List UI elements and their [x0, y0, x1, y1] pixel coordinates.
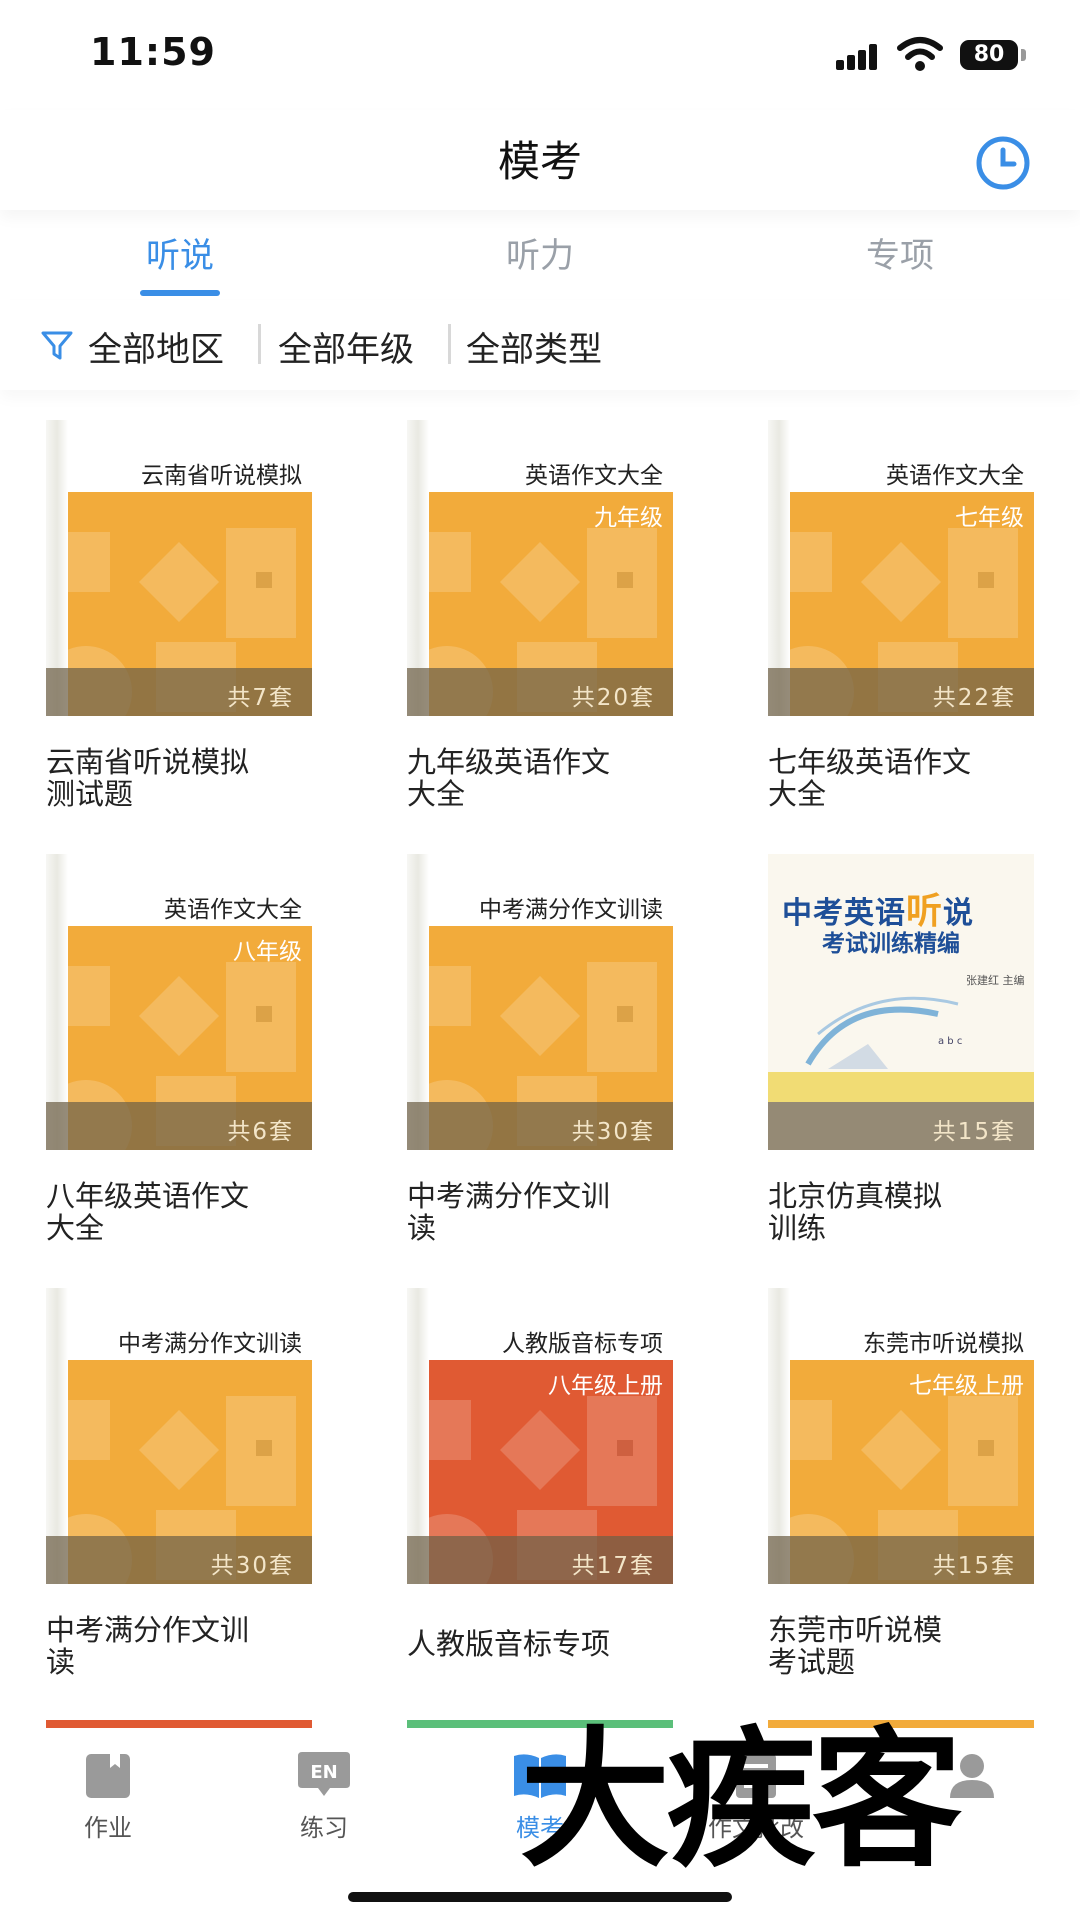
book-card[interactable]: 东莞市听说模拟七年级上册共15套东莞市听说模 考试题	[762, 1288, 1034, 1688]
set-count: 共15套	[932, 1119, 1016, 1145]
tab-special[interactable]: 专项	[800, 228, 1000, 277]
homework-icon	[86, 1754, 130, 1798]
nav-homework[interactable]: 作业	[28, 1742, 188, 1852]
book-title: 云南省听说模拟 测试题	[46, 745, 250, 811]
book-card[interactable]: 中考满分作文训读共30套中考满分作文训 读	[40, 1288, 312, 1688]
status-time: 11:59	[90, 30, 216, 74]
book-card[interactable]: 英语作文大全八年级共6套八年级英语作文 大全	[40, 854, 312, 1254]
cover-count-bar: 共15套	[768, 1536, 1034, 1584]
filter-funnel-icon[interactable]	[40, 328, 74, 362]
cover-count-bar: 共30套	[46, 1536, 312, 1584]
book-cover: 中考满分作文训读共30套	[407, 854, 673, 1150]
battery-icon: 80	[960, 40, 1018, 70]
tab-listening-speaking[interactable]: 听说	[80, 228, 280, 277]
set-count: 共30套	[571, 1119, 655, 1145]
book-card[interactable]: 云南省听说模拟共7套云南省听说模拟 测试题	[40, 420, 312, 820]
set-count: 共20套	[571, 685, 655, 711]
practice-en-icon: EN	[298, 1752, 350, 1796]
cover-title: 云南省听说模拟	[141, 463, 302, 489]
cover-count-bar: 共22套	[768, 668, 1034, 716]
set-count: 共6套	[227, 1119, 294, 1145]
cover-count-bar: 共17套	[407, 1536, 673, 1584]
cover-title: 中考满分作文训读	[479, 897, 663, 923]
book-card[interactable]: 人教版音标专项 八年级上册 共17套 人教版音标专项	[401, 1288, 673, 1688]
book-cover: 英语作文大全九年级共20套	[407, 420, 673, 716]
header: 模考	[0, 110, 1080, 210]
cover-subtitle: 九年级	[594, 505, 663, 531]
book-title: 北京仿真模拟 训练	[768, 1179, 943, 1245]
book-title: 八年级英语作文 大全	[46, 1179, 250, 1245]
book-cover: 英语作文大全八年级共6套	[46, 854, 312, 1150]
filter-type[interactable]: 全部类型	[466, 322, 602, 371]
book-card[interactable]: 中考英语听说 考试训练精编 张建红 主编 a b c 共15套 北京仿真模拟 训练	[762, 854, 1034, 1254]
book-card[interactable]: 英语作文大全九年级共20套九年级英语作文 大全	[401, 420, 673, 820]
cover-count-bar: 共15套	[768, 1102, 1034, 1150]
status-bar: 11:59 80	[0, 0, 1080, 110]
book-title: 中考满分作文训 读	[46, 1613, 250, 1679]
book-title: 中考满分作文训 读	[407, 1179, 611, 1245]
battery-level: 80	[973, 42, 1005, 67]
next-row-cover-peek	[46, 1720, 312, 1728]
cover-count-bar: 共6套	[46, 1102, 312, 1150]
cover-title: 东莞市听说模拟	[863, 1331, 1024, 1357]
svg-text:a b c: a b c	[938, 1036, 962, 1047]
filter-region[interactable]: 全部地区	[88, 322, 224, 371]
wifi-icon	[897, 37, 943, 71]
set-count: 共30套	[210, 1553, 294, 1579]
book-title: 人教版音标专项	[407, 1627, 611, 1661]
cover-count-bar: 共30套	[407, 1102, 673, 1150]
book-title: 东莞市听说模 考试题	[768, 1613, 943, 1679]
cover-title: 人教版音标专项	[502, 1331, 663, 1357]
book-cover: 英语作文大全七年级共22套	[768, 420, 1034, 716]
watermark-text: 大疾客	[520, 1712, 962, 1888]
cover-subtitle: 八年级上册	[548, 1373, 663, 1399]
book-cover: 人教版音标专项八年级上册共17套	[407, 1288, 673, 1584]
cover-subtitle: 八年级	[233, 939, 302, 965]
set-count: 共7套	[227, 685, 294, 711]
home-indicator[interactable]	[348, 1892, 732, 1902]
cellular-signal-icon	[836, 44, 886, 70]
nav-label: 作业	[84, 1814, 132, 1842]
cover-count-bar: 共20套	[407, 668, 673, 716]
cover-title: 英语作文大全	[164, 897, 302, 923]
set-count: 共17套	[571, 1553, 655, 1579]
tab-listening[interactable]: 听力	[440, 228, 640, 277]
book-cover: 云南省听说模拟共7套	[46, 420, 312, 716]
tab-bar: 听说 听力 专项	[0, 210, 1080, 300]
book-title: 七年级英语作文 大全	[768, 745, 972, 811]
filter-bar: 全部地区 全部年级 全部类型	[0, 300, 1080, 390]
book-card[interactable]: 英语作文大全七年级共22套七年级英语作文 大全	[762, 420, 1034, 820]
cover-subtitle: 七年级上册	[909, 1373, 1024, 1399]
history-clock-icon[interactable]	[974, 134, 1032, 192]
headphones-illustration-icon: a b c	[805, 996, 962, 1069]
cover-title: 英语作文大全	[886, 463, 1024, 489]
cover-subtitle: 七年级	[955, 505, 1024, 531]
filter-grade[interactable]: 全部年级	[278, 322, 414, 371]
book-cover: 东莞市听说模拟七年级上册共15套	[768, 1288, 1034, 1584]
page-title: 模考	[497, 137, 582, 186]
book-cover: 中考满分作文训读共30套	[46, 1288, 312, 1584]
nav-label: 练习	[300, 1814, 348, 1842]
cover-count-bar: 共7套	[46, 668, 312, 716]
set-count: 共15套	[932, 1553, 1016, 1579]
set-count: 共22套	[932, 685, 1016, 711]
book-card[interactable]: 中考满分作文训读共30套中考满分作文训 读	[401, 854, 673, 1254]
svg-text:EN: EN	[310, 1762, 337, 1783]
cover-title: 中考满分作文训读	[118, 1331, 302, 1357]
battery-tip	[1021, 49, 1026, 61]
filter-divider	[448, 324, 451, 364]
cover-title: 英语作文大全	[525, 463, 663, 489]
book-cover: 中考英语听说 考试训练精编 张建红 主编 a b c 共15套	[768, 854, 1034, 1150]
cover-subtitle: 考试训练精编	[822, 931, 960, 957]
nav-practice[interactable]: EN 练习	[244, 1742, 404, 1852]
tab-active-indicator	[140, 290, 220, 296]
filter-divider	[258, 324, 261, 364]
book-title: 九年级英语作文 大全	[407, 745, 611, 811]
cover-band	[768, 1072, 1034, 1102]
